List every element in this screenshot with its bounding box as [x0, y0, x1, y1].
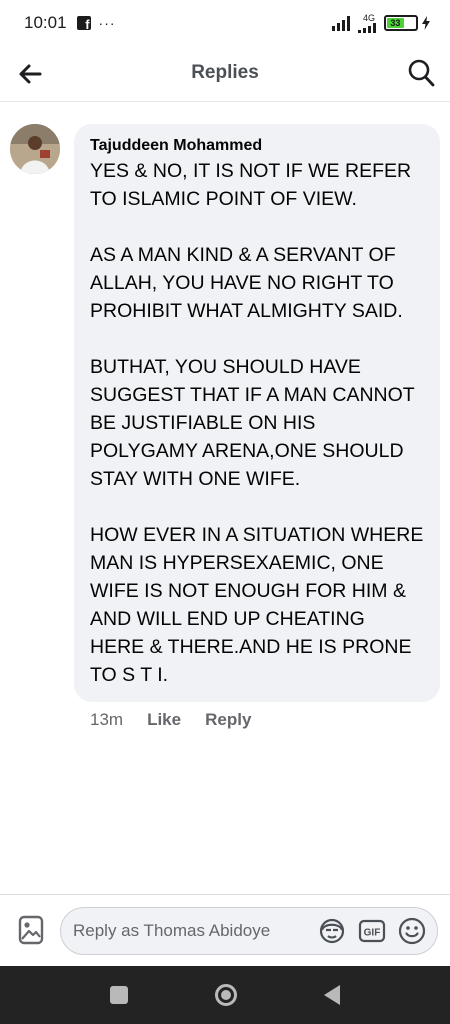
avatar-image [10, 124, 60, 174]
comment-actions: 13m Like Reply [90, 710, 275, 730]
gif-icon[interactable]: GIF [357, 916, 387, 946]
system-nav-bar [0, 966, 450, 1024]
status-indicators: 4G 33 [332, 12, 430, 33]
search-button[interactable] [406, 56, 438, 90]
header: Replies [0, 46, 450, 102]
emoji-icon[interactable] [397, 916, 427, 946]
comment-bubble[interactable]: Tajuddeen Mohammed YES & NO, IT IS NOT I… [74, 124, 440, 702]
reply-input[interactable]: Reply as Thomas Abidoye GIF [60, 907, 438, 955]
photo-icon [18, 915, 44, 945]
svg-text:GIF: GIF [364, 928, 381, 939]
charging-icon [422, 16, 430, 30]
battery-icon: 33 [384, 15, 418, 31]
reply-button[interactable]: Reply [205, 710, 251, 730]
network-type: 4G [362, 12, 375, 23]
signal-icon [332, 16, 350, 31]
photo-button[interactable] [18, 915, 44, 945]
reply-bar: Reply as Thomas Abidoye GIF [0, 894, 450, 966]
like-button[interactable]: Like [147, 710, 181, 730]
network-indicator: 4G [358, 12, 380, 33]
status-time: 10:01 [24, 13, 67, 32]
facebook-notification-icon [76, 16, 91, 32]
system-back-button[interactable] [324, 985, 340, 1005]
recent-apps-button[interactable] [110, 986, 128, 1004]
comment-author[interactable]: Tajuddeen Mohammed [90, 136, 424, 156]
page-title: Replies [191, 62, 259, 83]
avatar-sticker-icon[interactable] [317, 916, 347, 946]
comment-text: YES & NO, IT IS NOT IF WE REFER TO ISLAM… [90, 160, 424, 686]
more-notifications-icon: ··· [98, 15, 116, 31]
reply-input-icons: GIF [317, 916, 427, 946]
status-bar: 10:01 ··· 4G 33 [0, 0, 450, 46]
avatar[interactable] [10, 124, 60, 174]
search-icon [408, 59, 435, 87]
battery-level: 33 [387, 18, 404, 28]
reply-placeholder: Reply as Thomas Abidoye [73, 921, 271, 940]
comment-timestamp[interactable]: 13m [90, 710, 123, 730]
home-button[interactable] [215, 984, 237, 1006]
signal-2-icon [358, 22, 376, 33]
